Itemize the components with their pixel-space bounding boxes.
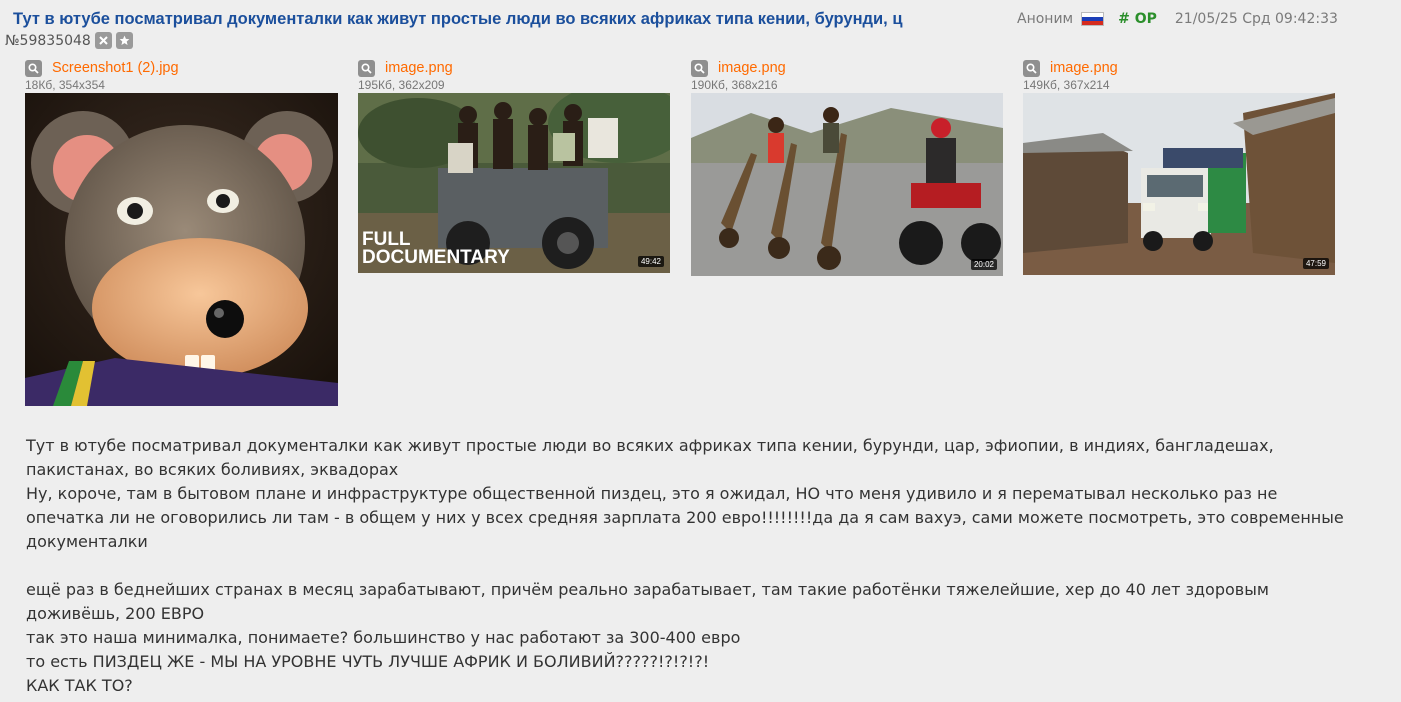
attachment-thumbnail[interactable]: FULL DOCUMENTARY 49:42 — [358, 93, 670, 273]
post: Тут в ютубе посматривал документалки как… — [0, 0, 1401, 702]
post-date: 21/05/25 Срд 09:42:33 — [1174, 11, 1338, 27]
message-blank-line — [26, 554, 1396, 578]
mouse-mascot-image — [25, 93, 338, 406]
attachment-filename[interactable]: image.png — [1050, 60, 1118, 76]
op-badge: # OP — [1118, 11, 1157, 27]
post-number[interactable]: №59835048 — [5, 33, 91, 49]
message-line: КАК ТАК ТО? — [26, 676, 133, 695]
star-icon — [119, 35, 130, 46]
attachment-meta: 190Кб, 368x216 — [691, 78, 778, 92]
search-image-icon[interactable] — [358, 59, 375, 77]
hide-post-button[interactable] — [94, 32, 112, 49]
attachment-filename[interactable]: image.png — [385, 60, 453, 76]
video-duration: 47:59 — [1302, 258, 1329, 269]
attachment-2: image.png 195Кб, 362x209 FULL DOCUMENTAR… — [358, 59, 670, 273]
message-line: так это наша минималка, понимаете? больш… — [26, 628, 741, 647]
attachment-meta: 195Кб, 362x209 — [358, 78, 445, 92]
attachment-meta: 149Кб, 367x214 — [1023, 78, 1110, 92]
message-line: ещё раз в беднейших странах в месяц зара… — [26, 580, 1269, 599]
video-duration: 49:42 — [637, 256, 664, 267]
attachment-3: image.png 190Кб, 368x216 20:02 — [691, 59, 1003, 276]
search-image-icon[interactable] — [691, 59, 708, 77]
favorite-post-button[interactable] — [115, 32, 133, 49]
post-author: Аноним — [1017, 11, 1074, 27]
post-message: Тут в ютубе посматривал документалки как… — [26, 434, 1396, 698]
wooden-scooters-image — [691, 93, 1003, 276]
post-number-row: №59835048 — [5, 32, 133, 49]
attachment-filename[interactable]: Screenshot1 (2).jpg — [52, 60, 179, 76]
attachment-thumbnail[interactable]: 20:02 — [691, 93, 1003, 276]
attachment-thumbnail[interactable] — [25, 93, 338, 406]
documentary-overlay-text: FULL DOCUMENTARY — [362, 229, 510, 268]
attachment-thumbnail[interactable]: 47:59 — [1023, 93, 1335, 275]
village-truck-image — [1023, 93, 1335, 275]
search-image-icon[interactable] — [25, 59, 42, 77]
video-duration: 20:02 — [970, 259, 997, 270]
attachment-4: image.png 149Кб, 367x214 47:59 — [1023, 59, 1335, 275]
message-line: доживёшь, 200 ЕВРО — [26, 604, 205, 623]
post-subject: Тут в ютубе посматривал документалки как… — [13, 9, 903, 28]
post-header: Тут в ютубе посматривал документалки как… — [13, 8, 1338, 30]
attachment-filename[interactable]: image.png — [718, 60, 786, 76]
message-line: пакистанах, во всяких боливиях, эквадора… — [26, 460, 399, 479]
russia-flag-icon — [1081, 12, 1105, 26]
message-line: то есть ПИЗДЕЦ ЖЕ - МЫ НА УРОВНЕ ЧУТЬ ЛУ… — [26, 652, 710, 671]
attachment-1: Screenshot1 (2).jpg 18Кб, 354x354 — [25, 59, 338, 406]
close-icon — [99, 36, 108, 45]
message-line: документалки — [26, 532, 148, 551]
message-line: Тут в ютубе посматривал документалки как… — [26, 436, 1274, 455]
attachment-meta: 18Кб, 354x354 — [25, 78, 105, 92]
message-line: Ну, короче, там в бытовом плане и инфрас… — [26, 484, 1278, 503]
message-line: опечатка ли не оговорились ли там - в об… — [26, 508, 1344, 527]
search-image-icon[interactable] — [1023, 59, 1040, 77]
